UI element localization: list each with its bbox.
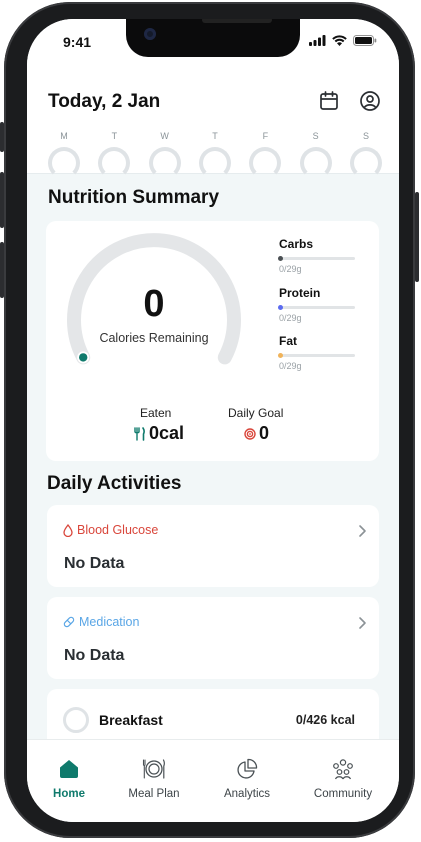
- week-strip: M T W T F S S: [45, 131, 385, 179]
- day-progress-ring: [148, 147, 181, 179]
- day-letter: W: [160, 131, 169, 141]
- day-letter: S: [312, 131, 319, 141]
- macro-name: Carbs: [279, 237, 314, 251]
- screen: 9:41 Today, 2 Jan M T W T F S S Nutritio…: [27, 19, 399, 822]
- day-letter: T: [212, 131, 218, 141]
- blood-glucose-title: Blood Glucose: [63, 523, 158, 537]
- macro-value: 0/29g: [279, 361, 302, 371]
- status-icons: [309, 35, 377, 46]
- calories-gauge-knob: [79, 353, 88, 362]
- macro-value: 0/29g: [279, 264, 302, 274]
- volume-up-button: [0, 172, 4, 228]
- pie-chart-icon: [237, 758, 258, 779]
- day-progress-ring: [48, 147, 80, 179]
- speaker: [202, 19, 272, 23]
- tab-label: Meal Plan: [128, 788, 180, 800]
- tab-home[interactable]: Home: [27, 758, 111, 800]
- day-progress-ring: [98, 147, 131, 179]
- calendar-icon[interactable]: [317, 89, 341, 113]
- daily-goal-label: Daily Goal: [228, 406, 284, 420]
- nutrition-summary-card[interactable]: 0 Calories Remaining Carbs 0/29g Protein…: [46, 221, 379, 461]
- day-monday[interactable]: M: [45, 131, 83, 179]
- daily-goal-value: 0: [259, 423, 270, 443]
- eaten-value: 0cal: [149, 423, 185, 443]
- notch: [126, 19, 300, 57]
- medication-value: No Data: [64, 647, 125, 664]
- calories-remaining-value: 0: [143, 283, 165, 325]
- mute-switch: [0, 122, 4, 152]
- nutrition-section-title: Nutrition Summary: [48, 187, 220, 208]
- profile-icon[interactable]: [358, 89, 382, 113]
- day-letter: F: [262, 131, 269, 141]
- chevron-right-icon[interactable]: [357, 524, 367, 538]
- day-progress-ring: [198, 147, 231, 179]
- macro-value: 0/29g: [279, 313, 302, 323]
- macro-progress-dot: [278, 353, 283, 358]
- day-progress-ring: [299, 147, 332, 179]
- power-button: [415, 192, 419, 282]
- blood-glucose-value: No Data: [64, 555, 125, 572]
- breakfast-label: Breakfast: [99, 712, 163, 728]
- medication-label: Medication: [79, 615, 140, 629]
- blood-glucose-label: Blood Glucose: [77, 523, 159, 537]
- status-time: 9:41: [63, 34, 92, 50]
- day-letter: T: [111, 131, 118, 141]
- fork-knife-icon: [134, 426, 145, 441]
- home-icon: [60, 760, 78, 778]
- macro-progress-bar: [278, 353, 355, 358]
- macro-protein: Protein 0/29g: [278, 286, 359, 323]
- day-saturday[interactable]: S: [297, 131, 335, 179]
- macro-name: Fat: [279, 334, 297, 348]
- macro-progress-dot: [278, 305, 283, 310]
- day-tuesday[interactable]: T: [95, 131, 133, 179]
- date-header: Today, 2 Jan M T W T F S S: [27, 65, 399, 179]
- chevron-right-icon[interactable]: [357, 616, 367, 630]
- wifi-icon: [332, 35, 347, 46]
- macro-progress-bar: [278, 305, 355, 310]
- phone-frame: 9:41 Today, 2 Jan M T W T F S S Nutritio…: [0, 2, 419, 838]
- tab-analytics[interactable]: Analytics: [205, 758, 289, 800]
- bottom-tab-bar: Home Meal Plan Analytics Community: [27, 739, 399, 822]
- eaten-label: Eaten: [140, 406, 172, 420]
- medication-title: Medication: [63, 615, 139, 629]
- tab-label: Home: [53, 788, 85, 800]
- plate-icon: [142, 759, 165, 779]
- day-sunday[interactable]: S: [347, 131, 385, 179]
- macro-progress-dot: [278, 256, 283, 261]
- day-thursday[interactable]: T: [196, 131, 234, 179]
- cellular-signal-icon: [309, 35, 326, 46]
- community-icon: [333, 759, 353, 780]
- day-wednesday[interactable]: W: [146, 131, 184, 179]
- day-letter: M: [60, 131, 68, 141]
- breakfast-calories: 0/426 kcal: [295, 713, 355, 727]
- volume-down-button: [0, 242, 4, 298]
- day-letter: S: [362, 131, 369, 141]
- calories-remaining-label: Calories Remaining: [99, 331, 209, 345]
- tab-community[interactable]: Community: [301, 758, 385, 800]
- blood-drop-icon: [63, 523, 73, 537]
- day-progress-ring: [349, 147, 382, 179]
- medication-card[interactable]: Medication No Data: [47, 597, 379, 679]
- activities-section-title: Daily Activities: [47, 473, 182, 494]
- front-camera: [144, 28, 156, 40]
- day-progress-ring: [249, 147, 282, 179]
- battery-icon: [353, 35, 377, 46]
- target-icon: [244, 427, 256, 440]
- macro-progress-bar: [278, 256, 355, 261]
- daily-goal-stat: 0: [244, 423, 269, 444]
- breakfast-checkbox[interactable]: [63, 707, 89, 733]
- tab-meal-plan[interactable]: Meal Plan: [112, 758, 196, 800]
- tab-label: Analytics: [223, 788, 271, 800]
- day-friday[interactable]: F: [246, 131, 284, 179]
- macro-fat: Fat 0/29g: [278, 334, 359, 371]
- pill-icon: [63, 616, 75, 628]
- macro-name: Protein: [279, 286, 321, 300]
- eaten-stat: 0cal: [134, 423, 184, 444]
- tab-label: Community: [313, 788, 373, 800]
- blood-glucose-card[interactable]: Blood Glucose No Data: [47, 505, 379, 587]
- macro-carbs: Carbs 0/29g: [278, 237, 359, 274]
- page-title: Today, 2 Jan: [48, 91, 161, 112]
